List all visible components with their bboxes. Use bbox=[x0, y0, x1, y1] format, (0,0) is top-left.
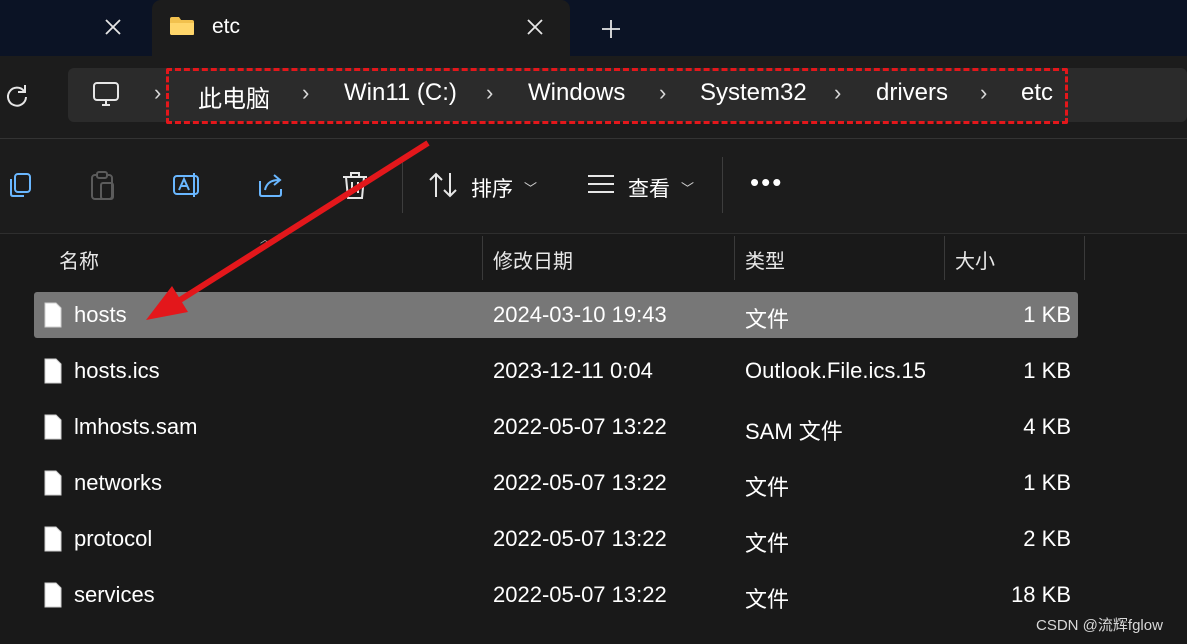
view-button[interactable]: 查看 bbox=[628, 173, 670, 203]
rename-button[interactable] bbox=[172, 171, 202, 204]
sort-arrow-icon: ︿ bbox=[260, 235, 270, 246]
file-icon bbox=[44, 302, 62, 333]
breadcrumb-separator[interactable]: › bbox=[154, 80, 161, 106]
column-divider[interactable] bbox=[1084, 236, 1085, 280]
column-divider[interactable] bbox=[944, 236, 945, 280]
file-modified: 2022-05-07 13:22 bbox=[493, 470, 667, 495]
file-icon bbox=[44, 470, 62, 501]
close-icon bbox=[527, 19, 543, 35]
tab-title: etc bbox=[212, 15, 241, 38]
watermark: CSDN @流辉fglow bbox=[1036, 617, 1163, 634]
file-size: 1 KB bbox=[1023, 302, 1071, 327]
copy-button[interactable] bbox=[6, 171, 34, 204]
copy-icon bbox=[10, 173, 31, 197]
paste-icon bbox=[91, 171, 114, 200]
share-icon bbox=[259, 174, 282, 197]
file-type: Outlook.File.ics.15 bbox=[745, 358, 926, 383]
file-icon bbox=[44, 414, 62, 445]
column-divider[interactable] bbox=[482, 236, 483, 280]
refresh-icon bbox=[7, 85, 27, 107]
previous-tab-close-button[interactable] bbox=[96, 10, 130, 44]
sort-button[interactable]: 排序 bbox=[471, 173, 513, 203]
file-size: 1 KB bbox=[1023, 358, 1071, 383]
file-size: 2 KB bbox=[1023, 526, 1071, 551]
rename-icon bbox=[173, 173, 199, 197]
column-divider[interactable] bbox=[734, 236, 735, 280]
file-name[interactable]: services bbox=[74, 582, 155, 608]
file-icon bbox=[44, 526, 62, 557]
highlight-box bbox=[166, 68, 1068, 124]
file-modified: 2022-05-07 13:22 bbox=[493, 526, 667, 551]
file-icon bbox=[44, 582, 62, 613]
more-options-button[interactable]: ••• bbox=[750, 167, 783, 198]
chevron-down-icon[interactable]: ﹀ bbox=[681, 178, 694, 197]
file-type: 文件 bbox=[745, 531, 790, 556]
folder-icon bbox=[169, 16, 195, 41]
computer-icon[interactable] bbox=[91, 80, 121, 115]
refresh-button[interactable] bbox=[0, 79, 34, 113]
file-modified: 2022-05-07 13:22 bbox=[493, 582, 667, 607]
file-modified: 2022-05-07 13:22 bbox=[493, 414, 667, 439]
column-header-name[interactable]: 名称 bbox=[59, 245, 99, 274]
file-name[interactable]: networks bbox=[74, 470, 162, 496]
new-tab-button[interactable] bbox=[594, 12, 628, 46]
view-icon bbox=[586, 171, 616, 202]
share-button[interactable] bbox=[257, 171, 287, 204]
chevron-down-icon[interactable]: ﹀ bbox=[524, 178, 537, 197]
plus-icon bbox=[602, 20, 620, 38]
file-icon bbox=[44, 358, 62, 389]
delete-icon bbox=[343, 172, 367, 199]
file-name[interactable]: hosts bbox=[74, 302, 127, 328]
file-name[interactable]: protocol bbox=[74, 526, 152, 552]
tab-close-button[interactable] bbox=[518, 10, 552, 44]
toolbar-divider bbox=[402, 157, 403, 213]
file-type: SAM 文件 bbox=[745, 419, 843, 444]
file-size: 18 KB bbox=[1011, 582, 1071, 607]
file-type: 文件 bbox=[745, 475, 790, 500]
close-icon bbox=[105, 19, 121, 35]
file-name[interactable]: lmhosts.sam bbox=[74, 414, 197, 440]
file-modified: 2024-03-10 19:43 bbox=[493, 302, 667, 327]
toolbar-divider bbox=[722, 157, 723, 213]
file-type: 文件 bbox=[745, 587, 790, 612]
paste-button[interactable] bbox=[89, 171, 117, 206]
column-header-type[interactable]: 类型 bbox=[745, 245, 785, 274]
file-size: 1 KB bbox=[1023, 470, 1071, 495]
file-size: 4 KB bbox=[1023, 414, 1071, 439]
delete-button[interactable] bbox=[341, 171, 369, 206]
sort-icon bbox=[428, 171, 460, 204]
file-name[interactable]: hosts.ics bbox=[74, 358, 160, 384]
column-header-modified[interactable]: 修改日期 bbox=[493, 245, 573, 274]
file-type: 文件 bbox=[745, 307, 790, 332]
file-modified: 2023-12-11 0:04 bbox=[493, 358, 653, 383]
column-header-size[interactable]: 大小 bbox=[955, 245, 995, 274]
